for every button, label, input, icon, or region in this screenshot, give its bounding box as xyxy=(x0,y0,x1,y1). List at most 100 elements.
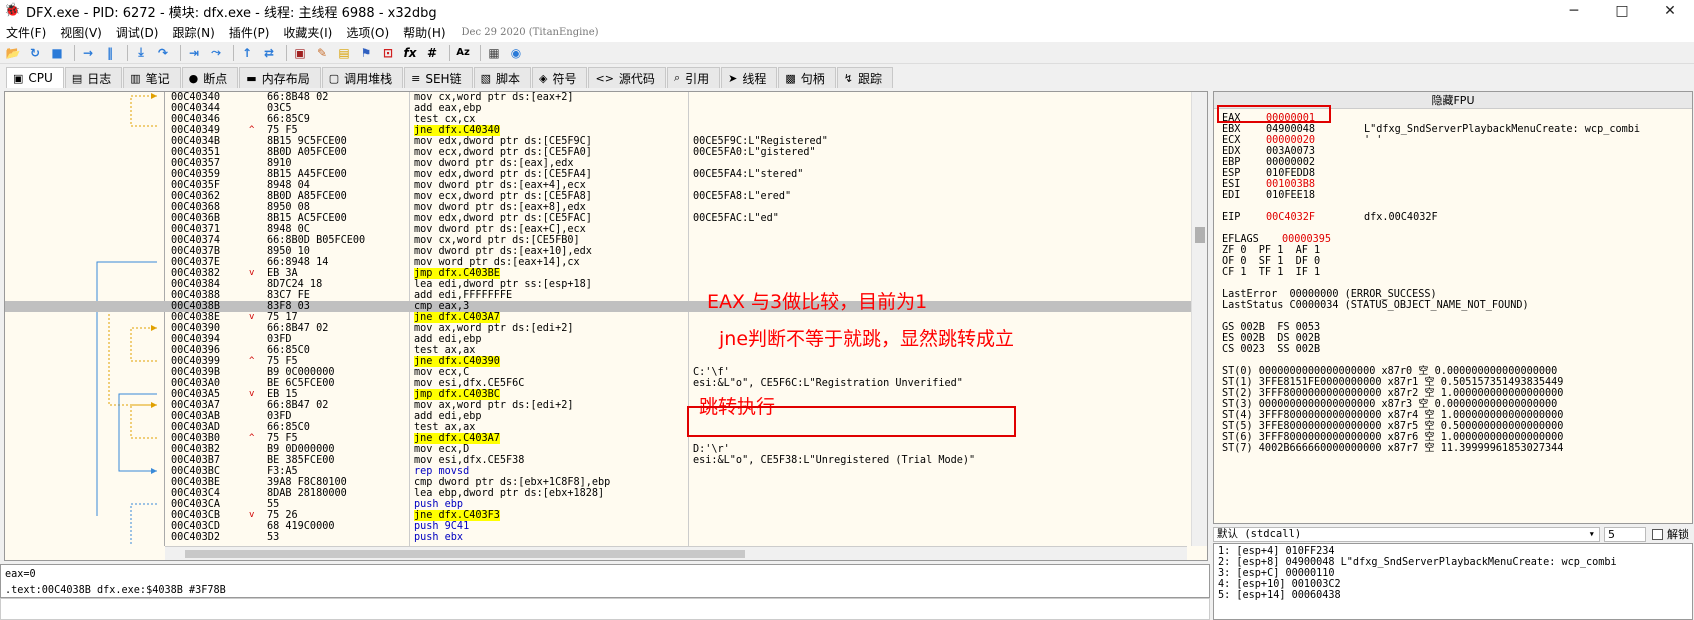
scroll-thumb[interactable] xyxy=(1195,227,1205,243)
disasm-row[interactable]: 00C403AD 66:85C0 test ax,ax xyxy=(5,422,1205,433)
disasm-row[interactable]: 00C403CA 55 push ebp xyxy=(5,499,1205,510)
horizontal-scrollbar[interactable] xyxy=(165,546,1187,560)
disasm-row[interactable]: 00C403BE 39A8 F8C80100 cmp dword ptr ds:[e… xyxy=(5,477,1205,488)
disasm-row[interactable]: 00C40384 8D7C24 18 lea edi,dword ptr ss:[e… xyxy=(5,279,1205,290)
disasm-row[interactable]: 00C403AB 03FD add edi,ebp xyxy=(5,411,1205,422)
calculator-icon[interactable]: ▦ xyxy=(485,44,503,62)
step-over-icon[interactable]: ↷ xyxy=(154,44,172,62)
run-icon[interactable]: → xyxy=(79,44,97,62)
maximize-button[interactable]: □ xyxy=(1598,0,1646,22)
disasm-row[interactable]: 00C40394 03FD add edi,ebp xyxy=(5,334,1205,345)
stack-arg-row[interactable]: 3: [esp+C] 00000110 xyxy=(1218,568,1335,579)
register-ebx[interactable]: EBX 04900048 L"dfxg_SndServerPlaybackMenuC… xyxy=(1222,124,1640,135)
disasm-row[interactable]: 00C403A5 v EB 15 jmp dfx.C403BC xyxy=(5,389,1205,400)
disasm-row[interactable]: 00C40374 66:8B0D B05FCE00 mov cx,word ptr … xyxy=(5,235,1205,246)
stack-arg-row[interactable]: 2: [esp+8] 04900048 L"dfxg_SndServerPlay… xyxy=(1218,557,1617,568)
pause-icon[interactable]: ‖ xyxy=(101,44,119,62)
disassembly-panel[interactable]: 00C40340 66:8B48 02 mov cx,word ptr ds:[ea… xyxy=(4,91,1208,561)
segment-row-2[interactable]: ES 002B DS 002B xyxy=(1222,333,1320,344)
expression-icon[interactable]: fx xyxy=(401,44,419,62)
unlock-checkbox[interactable] xyxy=(1652,528,1663,540)
menu-trace[interactable]: 跟踪(N) xyxy=(172,24,214,41)
tab-cpu[interactable]: ▣ CPU xyxy=(6,67,64,88)
disasm-row[interactable]: 00C40357 8910 mov dword ptr ds:[eax],edx xyxy=(5,158,1205,169)
vertical-scrollbar[interactable] xyxy=(1191,92,1207,546)
tab-source[interactable]: <> 源代码 xyxy=(588,67,666,88)
call-stack-args[interactable]: 1: [esp+4] 010FF234 2: [esp+8] 04900048 L… xyxy=(1213,543,1693,620)
tab-log[interactable]: ▤ 日志 xyxy=(64,67,123,88)
comment-icon[interactable]: ✎ xyxy=(313,44,331,62)
menu-favourites[interactable]: 收藏夹(I) xyxy=(283,24,332,41)
fpu-register-6[interactable]: ST(6) 3FFF8000000000000000 x87r6 空 1.000… xyxy=(1222,432,1563,443)
disasm-row[interactable]: 00C403CD 68 419C0000 push 9C41 xyxy=(5,521,1205,532)
system-info-icon[interactable]: ◉ xyxy=(507,44,525,62)
disasm-row[interactable]: 00C40396 66:85C0 test ax,ax xyxy=(5,345,1205,356)
tab-handles[interactable]: ▩ 句柄 xyxy=(778,67,836,88)
disasm-row[interactable]: 00C40399 ^ 75 F5 jne dfx.C40390 xyxy=(5,356,1205,367)
segment-row-1[interactable]: GS 002B FS 0053 xyxy=(1222,322,1320,333)
tab-script[interactable]: ▧ 脚本 xyxy=(473,67,531,88)
disasm-row[interactable]: 00C40349 ^ 75 F5 jne dfx.C40340 xyxy=(5,125,1205,136)
disasm-row[interactable]: 00C403BC F3:A5 rep movsd xyxy=(5,466,1205,477)
open-icon[interactable]: 📂 xyxy=(4,44,22,62)
disasm-row[interactable]: 00C4038B 83F8 03 cmp eax,3 xyxy=(5,301,1205,312)
disasm-row[interactable]: 00C40359 8B15 A45FCE00 mov edx,dword ptr d… xyxy=(5,169,1205,180)
disasm-row[interactable]: 00C4035F 8948 04 mov dword ptr ds:[eax+4],… xyxy=(5,180,1205,191)
tab-notes[interactable]: ▥ 笔记 xyxy=(123,67,181,88)
label-icon[interactable]: ▤ xyxy=(335,44,353,62)
menu-plugins[interactable]: 插件(P) xyxy=(229,24,270,41)
disasm-row[interactable]: 00C40390 66:8B47 02 mov ax,word ptr ds:[ed… xyxy=(5,323,1205,334)
trace-into-icon[interactable]: ⇥ xyxy=(185,44,203,62)
disasm-row[interactable]: 00C4039B B9 0C000000 mov ecx,C C:'\f' xyxy=(5,367,1205,378)
fpu-register-7[interactable]: ST(7) 4002B666660000000000 x87r7 空 11.39… xyxy=(1222,443,1563,454)
disasm-row[interactable]: 00C40351 8B0D A05FCE00 mov ecx,dword ptr d… xyxy=(5,147,1205,158)
disasm-row[interactable]: 00C4037E 66:8948 14 mov word ptr ds:[eax+1… xyxy=(5,257,1205,268)
last-error[interactable]: LastError 00000000 (ERROR_SUCCESS) xyxy=(1222,289,1437,300)
last-status[interactable]: LastStatus C0000034 (STATUS_OBJECT_NAME_… xyxy=(1222,300,1529,311)
stop-icon[interactable]: ■ xyxy=(48,44,66,62)
register-ebp[interactable]: EBP 00000002 xyxy=(1222,157,1364,168)
flags-row-3[interactable]: CF 1 TF 1 IF 1 xyxy=(1222,267,1320,278)
close-button[interactable]: ✕ xyxy=(1646,0,1694,22)
disasm-row[interactable]: 00C40362 8B0D A85FCE00 mov ecx,dword ptr d… xyxy=(5,191,1205,202)
fpu-register-5[interactable]: ST(5) 3FFE8000000000000000 x87r5 空 0.500… xyxy=(1222,421,1563,432)
disasm-row[interactable]: 00C40371 8948 0C mov dword ptr ds:[eax+C],… xyxy=(5,224,1205,235)
menu-options[interactable]: 选项(O) xyxy=(346,24,389,41)
disasm-row[interactable]: 00C4036B 8B15 AC5FCE00 mov edx,dword ptr d… xyxy=(5,213,1205,224)
registers-panel[interactable]: 隐藏FPU EAX 00000001 EBX 04900048 L"dfxg_SndSe… xyxy=(1213,91,1693,524)
register-eip[interactable]: EIP 00C4032F dfx.00C4032F xyxy=(1222,212,1438,223)
stack-arg-row[interactable]: 5: [esp+14] 00060438 xyxy=(1218,590,1341,601)
register-value[interactable]: 00C4032F xyxy=(1266,212,1364,223)
disasm-row[interactable]: 00C403A0 BE 6C5FCE00 mov esi,dfx.CE5F6C esi… xyxy=(5,378,1205,389)
minimize-button[interactable]: ─ xyxy=(1550,0,1598,22)
function-icon[interactable]: ⊡ xyxy=(379,44,397,62)
tab-breakpoint[interactable]: ● 断点 xyxy=(181,67,239,88)
step-into-icon[interactable]: ⤓ xyxy=(132,44,150,62)
disasm-row[interactable]: 00C40344 03C5 add eax,ebp xyxy=(5,103,1205,114)
trace-over-icon[interactable]: ⤳ xyxy=(207,44,225,62)
disasm-row[interactable]: 00C4038E v 75 17 jne dfx.C403A7 xyxy=(5,312,1205,323)
tab-references[interactable]: ⌕ 引用 xyxy=(666,67,721,88)
menu-file[interactable]: 文件(F) xyxy=(6,24,46,41)
run-to-user-code-icon[interactable]: ⇄ xyxy=(260,44,278,62)
register-esi[interactable]: ESI 001003B8 xyxy=(1222,179,1364,190)
stack-arg-row[interactable]: 1: [esp+4] 010FF234 xyxy=(1218,546,1335,557)
register-value[interactable]: 010FEE18 xyxy=(1266,190,1364,201)
register-value[interactable]: 04900048 xyxy=(1266,124,1364,135)
disasm-row[interactable]: 00C40368 8950 08 mov dword ptr ds:[eax+8],… xyxy=(5,202,1205,213)
disasm-row[interactable]: 00C40382 v EB 3A jmp dfx.C403BE xyxy=(5,268,1205,279)
menu-view[interactable]: 视图(V) xyxy=(60,24,102,41)
string-format-icon[interactable]: Az xyxy=(454,44,472,62)
disasm-row[interactable]: 00C403B7 BE 385FCE00 mov esi,dfx.CE5F38 esi… xyxy=(5,455,1205,466)
register-value[interactable]: 00000020 xyxy=(1266,135,1364,146)
disasm-row[interactable]: 00C403A7 66:8B47 02 mov ax,word ptr ds:[ed… xyxy=(5,400,1205,411)
patch-icon[interactable]: ▣ xyxy=(291,44,309,62)
call-convention-select[interactable]: 默认 (stdcall) ▾ xyxy=(1213,526,1600,542)
menu-debug[interactable]: 调试(D) xyxy=(116,24,159,41)
tab-symbols[interactable]: ◈ 符号 xyxy=(532,67,588,88)
hash-icon[interactable]: # xyxy=(423,44,441,62)
fpu-register-2[interactable]: ST(2) 3FFF8000000000000000 x87r2 空 1.000… xyxy=(1222,388,1563,399)
register-eflags[interactable]: EFLAGS 00000395 xyxy=(1222,234,1331,245)
flags-row-2[interactable]: OF 0 SF 1 DF 0 xyxy=(1222,256,1320,267)
fpu-register-3[interactable]: ST(3) 0000000000000000000 x87r3 空 0.0000… xyxy=(1222,399,1557,410)
